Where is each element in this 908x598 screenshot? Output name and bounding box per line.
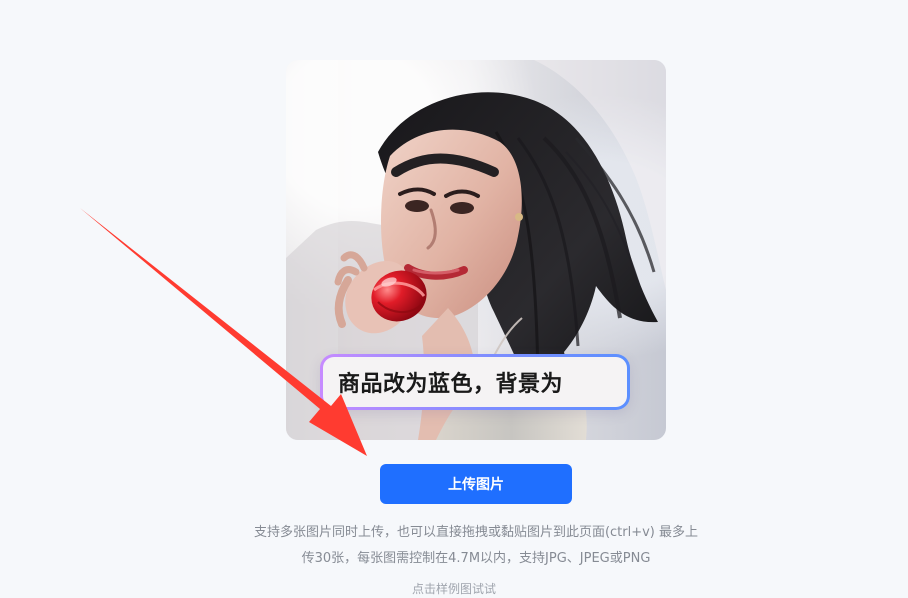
sample-preview-card[interactable]: 商品改为蓝色，背景为 [286, 60, 666, 440]
upload-image-button[interactable]: 上传图片 [380, 464, 572, 504]
prompt-bubble: 商品改为蓝色，背景为 [320, 354, 630, 410]
upload-help-text: 支持多张图片同时上传，也可以直接拖拽或黏贴图片到此页面(ctrl+v) 最多上传… [253, 525, 699, 566]
sample-image-hint[interactable]: 点击样例图试试 [0, 580, 908, 598]
